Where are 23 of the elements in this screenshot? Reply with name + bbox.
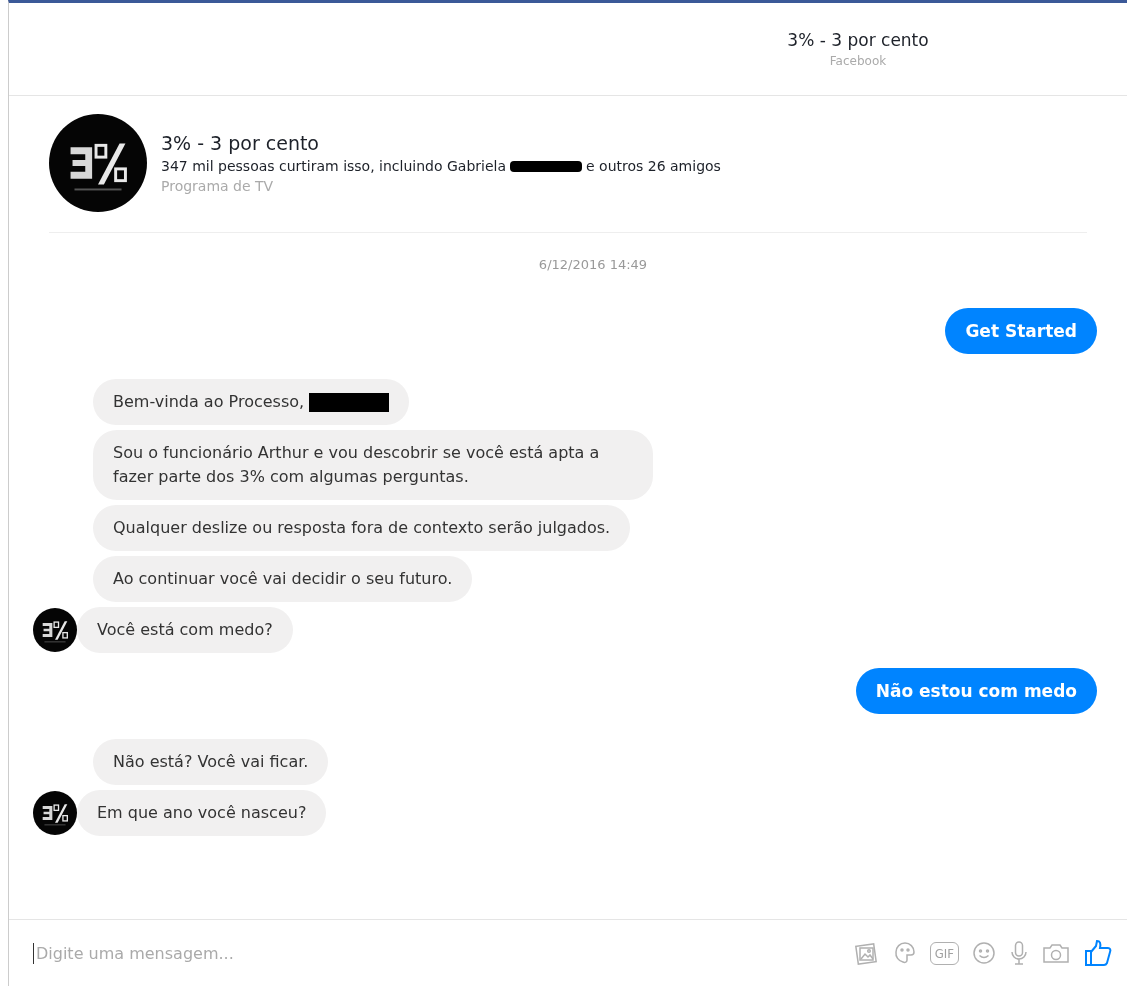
message-bubble: Bem-vinda ao Processo,: [93, 379, 410, 425]
message-bubble: Qualquer deslize ou resposta fora de contexto serão julgados.: [93, 505, 631, 551]
message-bubble: Sou o funcionário Arthur e vou descobrir se você está apta a fazer parte dos 3% com algumas perguntas.: [93, 430, 653, 500]
image-icon[interactable]: [853, 940, 880, 966]
message-bubble: Não está? Você vai ficar.: [93, 739, 329, 785]
avatar: [33, 791, 77, 835]
message-bubble: Você está com medo?: [77, 607, 293, 653]
timestamp: 6/12/2016 14:49: [537, 257, 648, 272]
message-bubble: Ao continuar você vai decidir o seu futuro.: [93, 556, 473, 602]
page-category: Programa de TV: [161, 178, 275, 194]
avatar: [33, 608, 77, 652]
message-bubble: Em que ano você nasceu?: [77, 790, 327, 836]
chat-title: 3% - 3 por cento: [787, 30, 929, 50]
likes-text: 347 mil pessoas curtiram isso, incluindo Gabriela: [161, 158, 507, 174]
chat-subtitle: Facebook: [829, 54, 887, 68]
emoji-icon[interactable]: [971, 940, 997, 966]
message-bubble: Não estou com medo: [855, 668, 1097, 714]
gif-button[interactable]: GIF: [929, 941, 959, 965]
thumbs-up-icon[interactable]: [1083, 938, 1113, 968]
page-name: 3% - 3 por cento: [161, 132, 320, 154]
likes-text: e outros 26 amigos: [586, 158, 721, 174]
message-bubble: Get Started: [945, 308, 1097, 354]
microphone-icon[interactable]: [1009, 940, 1029, 966]
